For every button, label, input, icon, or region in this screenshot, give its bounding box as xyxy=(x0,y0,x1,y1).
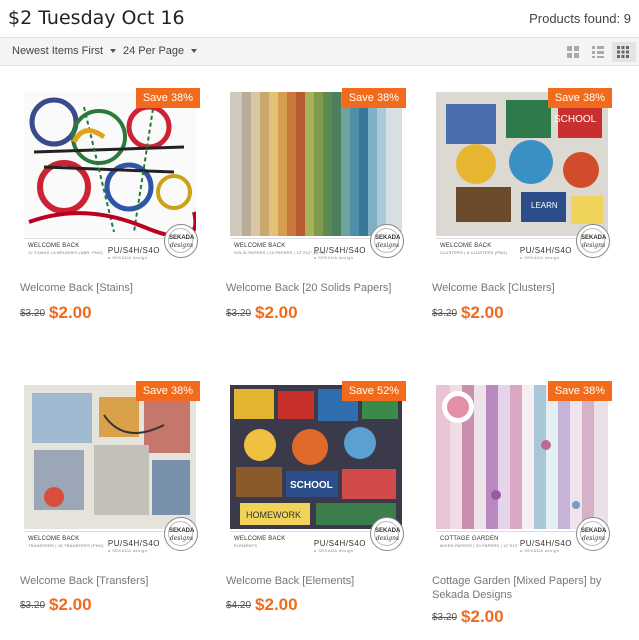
sort-dropdown-label: Newest Items First xyxy=(12,45,104,57)
old-price: $3.20 xyxy=(20,308,46,319)
product-preview-image xyxy=(436,385,608,529)
caption-title: WELCOME BACK xyxy=(234,536,286,542)
price-row: $3.20 $2.00 xyxy=(20,303,92,323)
caption-title: COTTAGE GARDEN xyxy=(440,536,499,542)
product-thumbnail[interactable]: SCHOOL HOMEWORK WELCOME BACK ELEMENTS PU/… xyxy=(226,381,406,561)
sekada-logo: SEKADA designs xyxy=(370,517,404,551)
caption-title: WELCOME BACK xyxy=(28,243,80,249)
svg-text:LEARN: LEARN xyxy=(531,201,558,210)
list-icon xyxy=(592,46,604,58)
caption-brand: PU/S4H/S4O xyxy=(313,246,366,255)
product-thumbnail[interactable]: WELCOME BACK SOLID PAPERS | 20 PAPERS | 1… xyxy=(226,88,406,268)
caption-brand-sub: a SEKADA design xyxy=(313,255,354,260)
product-preview-image: SCHOOL HOMEWORK xyxy=(230,385,402,529)
caption-brand-sub: a SEKADA design xyxy=(519,255,560,260)
caption-brand-sub: a SEKADA design xyxy=(519,548,560,553)
price-row: $3.20 $2.00 xyxy=(432,607,504,627)
chevron-down-icon xyxy=(110,49,117,54)
caption-subtitle: CLUSTERS | 8 CLUSTERS (PNG) xyxy=(440,250,508,255)
product-name-link[interactable]: Welcome Back [20 Solids Papers] xyxy=(226,281,416,295)
caption-brand: PU/S4H/S4O xyxy=(313,539,366,548)
product-thumbnail[interactable]: WELCOME BACK TRANSFERS | 16 TRANSFERS (PN… xyxy=(20,381,200,561)
old-price: $3.20 xyxy=(20,600,46,611)
product-name-link[interactable]: Cottage Garden [Mixed Papers] by Sekada … xyxy=(432,574,622,602)
save-badge: Save 38% xyxy=(547,88,612,108)
sale-price: $2.00 xyxy=(461,303,504,322)
sale-price: $2.00 xyxy=(255,303,298,322)
old-price: $3.20 xyxy=(432,308,458,319)
product-thumbnail[interactable]: SCHOOL LEARN WELCOME BACK CLUSTERS | 8 CL… xyxy=(432,88,612,268)
sekada-logo: SEKADA designs xyxy=(164,224,198,258)
caption-subtitle: TRANSFERS | 16 TRANSFERS (PNG) xyxy=(28,543,104,548)
caption-brand-sub: a SEKADA design xyxy=(313,548,354,553)
sekada-logo: SEKADA designs xyxy=(576,517,610,551)
old-price: $3.20 xyxy=(226,308,252,319)
sale-price: $2.00 xyxy=(461,607,504,626)
caption-title: WELCOME BACK xyxy=(440,243,492,249)
product-name-link[interactable]: Welcome Back [Clusters] xyxy=(432,281,622,295)
price-row: $4.20 $2.00 xyxy=(226,595,298,615)
product-preview-image: SCHOOL LEARN xyxy=(436,92,608,236)
caption-brand: PU/S4H/S4O xyxy=(107,246,160,255)
product-preview-image xyxy=(230,92,402,236)
product-name-link[interactable]: Welcome Back [Elements] xyxy=(226,574,416,588)
product-preview-image xyxy=(24,385,196,529)
sekada-logo: SEKADA designs xyxy=(576,224,610,258)
view-grid-small-button[interactable] xyxy=(562,42,584,62)
product-name-link[interactable]: Welcome Back [Transfers] xyxy=(20,574,210,588)
products-found-count: Products found: 9 xyxy=(529,11,631,26)
caption-brand: PU/S4H/S4O xyxy=(107,539,160,548)
view-list-button[interactable] xyxy=(587,42,609,62)
old-price: $3.20 xyxy=(432,612,458,623)
page-title: $2 Tuesday Oct 16 xyxy=(8,7,185,29)
price-row: $3.20 $2.00 xyxy=(20,595,92,615)
sekada-logo: SEKADA designs xyxy=(370,224,404,258)
grid-small-icon xyxy=(567,46,579,58)
sekada-logo: SEKADA designs xyxy=(164,517,198,551)
save-badge: Save 38% xyxy=(341,88,406,108)
page-header: $2 Tuesday Oct 16 Products found: 9 xyxy=(0,0,639,37)
caption-brand-sub: a SEKADA design xyxy=(107,548,148,553)
caption-subtitle: ELEMENTS xyxy=(234,543,258,548)
chevron-down-icon xyxy=(191,49,198,54)
caption-subtitle: 12 STAINS | 6 BRUSHES (ABR, PNG) xyxy=(28,250,103,255)
price-row: $3.20 $2.00 xyxy=(226,303,298,323)
sort-dropdown[interactable]: Newest Items First xyxy=(12,45,117,57)
product-thumbnail[interactable]: COTTAGE GARDEN MIXED PAPERS | 20 PAPERS |… xyxy=(432,381,612,561)
caption-subtitle: SOLID PAPERS | 20 PAPERS | 12"X12" (JPG) xyxy=(234,250,326,255)
caption-title: WELCOME BACK xyxy=(28,536,80,542)
sale-price: $2.00 xyxy=(255,595,298,614)
grid-large-icon xyxy=(617,46,629,58)
product-thumbnail[interactable]: WELCOME BACK 12 STAINS | 6 BRUSHES (ABR, … xyxy=(20,88,200,268)
product-name-link[interactable]: Welcome Back [Stains] xyxy=(20,281,210,295)
save-badge: Save 38% xyxy=(135,88,200,108)
caption-brand-sub: a SEKADA design xyxy=(107,255,148,260)
caption-brand: PU/S4H/S4O xyxy=(519,246,572,255)
product-preview-image xyxy=(24,92,196,236)
svg-text:HOMEWORK: HOMEWORK xyxy=(246,510,301,520)
caption-subtitle: MIXED PAPERS | 20 PAPERS | 12"X12" xyxy=(440,543,519,548)
svg-text:SCHOOL: SCHOOL xyxy=(554,114,597,125)
save-badge: Save 52% xyxy=(341,381,406,401)
price-row: $3.20 $2.00 xyxy=(432,303,504,323)
save-badge: Save 38% xyxy=(135,381,200,401)
old-price: $4.20 xyxy=(226,600,252,611)
svg-text:SCHOOL: SCHOOL xyxy=(290,480,333,491)
sale-price: $2.00 xyxy=(49,595,92,614)
sale-price: $2.00 xyxy=(49,303,92,322)
view-grid-large-button[interactable] xyxy=(612,42,636,62)
caption-title: WELCOME BACK xyxy=(234,243,286,249)
caption-brand: PU/S4H/S4O xyxy=(519,539,572,548)
per-page-dropdown-label: 24 Per Page xyxy=(123,45,185,57)
save-badge: Save 38% xyxy=(547,381,612,401)
listing-toolbar: Newest Items First 24 Per Page xyxy=(0,37,639,66)
per-page-dropdown[interactable]: 24 Per Page xyxy=(123,45,198,57)
